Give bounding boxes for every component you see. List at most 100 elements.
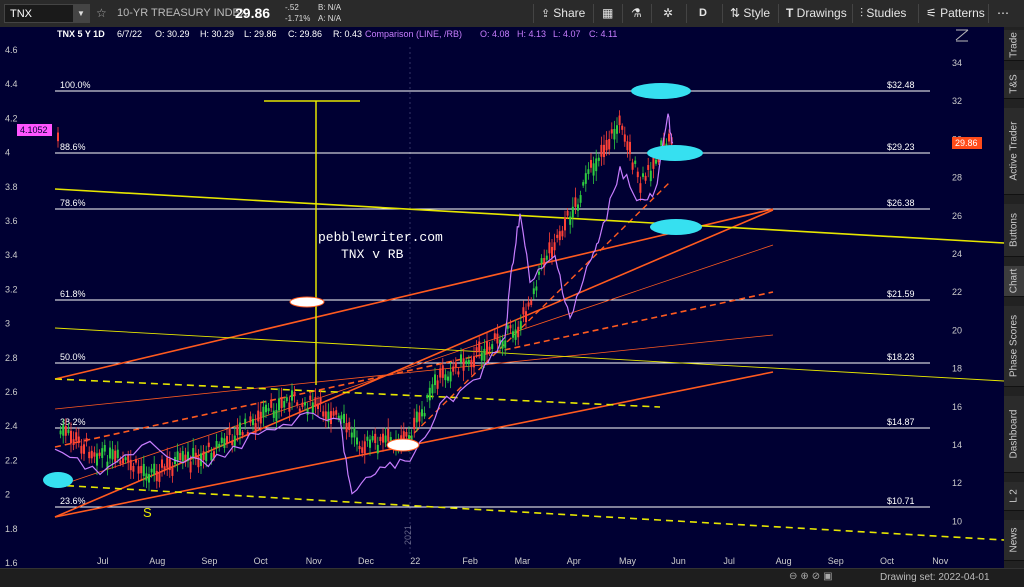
candle-body bbox=[595, 158, 598, 172]
candle-body bbox=[259, 411, 262, 424]
flask-icon[interactable]: ⚗ bbox=[631, 0, 642, 27]
bar-low: L: 29.86 bbox=[244, 29, 277, 39]
candle-body bbox=[267, 408, 270, 412]
star-icon[interactable]: ☆ bbox=[96, 0, 107, 27]
candle-body bbox=[447, 376, 449, 381]
tab-chart[interactable]: Chart bbox=[1004, 266, 1024, 297]
chart-tool-icons[interactable]: ⊖⊕⊘▣ bbox=[789, 571, 836, 582]
fib-level-value: $21.59 bbox=[887, 289, 915, 299]
candle-body bbox=[231, 440, 234, 446]
candle-body bbox=[301, 402, 304, 407]
candle-body bbox=[285, 397, 288, 402]
divider bbox=[622, 4, 623, 23]
bar-close: C: 29.86 bbox=[288, 29, 322, 39]
tab-buttons[interactable]: Buttons bbox=[1004, 204, 1024, 257]
candle-body bbox=[116, 449, 119, 459]
candle-body bbox=[98, 452, 101, 456]
candle-body bbox=[142, 463, 145, 476]
right-side-tab-bar: Trade T&S Active Trader Buttons Chart Phase S… bbox=[1004, 27, 1024, 568]
candle-body bbox=[129, 459, 132, 471]
candle-body bbox=[556, 234, 559, 238]
style-button[interactable]: ⇅ Style bbox=[730, 0, 770, 27]
candle-body bbox=[512, 331, 514, 338]
studies-button[interactable]: ⫶ Studies bbox=[860, 0, 906, 27]
candle-body bbox=[530, 300, 533, 305]
candle-body bbox=[103, 445, 106, 452]
tab-phase-scores[interactable]: Phase Scores bbox=[1004, 306, 1024, 387]
candle-body bbox=[522, 307, 525, 315]
trend-channels bbox=[54, 100, 1004, 541]
candle-body bbox=[348, 422, 351, 430]
fib-level-value: $26.38 bbox=[887, 198, 915, 208]
right-axis-tick-label: 24 bbox=[952, 249, 962, 259]
cyan-highlight-marker bbox=[650, 219, 702, 235]
tab-news[interactable]: News bbox=[1004, 520, 1024, 561]
collapse-panel-icon[interactable] bbox=[955, 29, 969, 42]
share-button[interactable]: ⇪ Share bbox=[541, 0, 585, 27]
candle-body bbox=[324, 411, 327, 420]
candle-body bbox=[642, 173, 644, 177]
cyan-highlight-marker bbox=[43, 472, 73, 488]
price-chart[interactable]: 4.6 4.4 4.2 4 3.8 3.6 3.4 3.2 3 2.8 2.6 2.4 2.2 2 1.8 1… bbox=[0, 27, 1004, 568]
candle-body bbox=[493, 333, 496, 339]
candle-body bbox=[439, 368, 442, 378]
tab-active-trader[interactable]: Active Trader bbox=[1004, 108, 1024, 195]
candle-body bbox=[610, 129, 613, 134]
candle-body bbox=[93, 452, 96, 457]
candle-body bbox=[114, 450, 117, 463]
annotation-subtitle: TNX v RB bbox=[341, 247, 404, 262]
candle-body bbox=[88, 451, 91, 459]
right-axis-tick-label: 32 bbox=[952, 96, 962, 106]
tab-l-2[interactable]: L 2 bbox=[1004, 482, 1024, 511]
drawings-button[interactable]: T Drawings bbox=[786, 0, 847, 27]
candle-body bbox=[75, 432, 78, 441]
candle-body bbox=[509, 325, 512, 329]
candle-body bbox=[215, 441, 218, 448]
tab-dashboard[interactable]: Dashboard bbox=[1004, 396, 1024, 473]
candle-body bbox=[262, 406, 265, 418]
tab-t-s[interactable]: T&S bbox=[1004, 70, 1024, 99]
candle-body bbox=[551, 246, 553, 258]
candle-body bbox=[205, 452, 208, 462]
candle-body bbox=[101, 448, 104, 459]
tab-label: Chart bbox=[1008, 268, 1020, 294]
left-axis-tick-label: 3.8 bbox=[5, 182, 18, 192]
tab-trade[interactable]: Trade bbox=[1004, 30, 1024, 61]
style-icon: ⇅ bbox=[730, 6, 744, 20]
divider bbox=[918, 4, 919, 23]
chart-area[interactable]: 4.6 4.4 4.2 4 3.8 3.6 3.4 3.2 3 2.8 2.6 2.4 2.2 2 1.8 1… bbox=[0, 27, 1004, 568]
candle-body bbox=[535, 286, 538, 291]
candle-body bbox=[85, 438, 88, 442]
candle-body bbox=[168, 458, 171, 471]
top-toolbar: TNX ▼ ☆ 10-YR TREASURY INDEX 29.86 -.52 … bbox=[0, 0, 1024, 28]
left-axis-tick-label: 4.6 bbox=[5, 45, 18, 55]
candle-body bbox=[309, 395, 312, 400]
time-axis-tick-label: Nov bbox=[306, 556, 323, 566]
comparison-close: C: 4.11 bbox=[589, 29, 617, 39]
candle-body bbox=[457, 371, 460, 375]
tab-label: Active Trader bbox=[1008, 121, 1020, 181]
patterns-button[interactable]: ⚟ Patterns bbox=[926, 0, 985, 27]
fib-level-percent: 61.8% bbox=[60, 289, 86, 299]
candle-body bbox=[226, 436, 228, 444]
candle-body bbox=[452, 366, 455, 372]
percent-change: -1.71% bbox=[285, 14, 311, 23]
candle-body bbox=[111, 449, 114, 460]
settings-gear-icon[interactable]: ✲ bbox=[663, 0, 673, 27]
grid-icon[interactable]: ▦ bbox=[602, 0, 613, 27]
time-axis-tick-label: Apr bbox=[567, 556, 581, 566]
candle-body bbox=[166, 457, 169, 468]
more-options-icon[interactable]: ⋯ bbox=[997, 0, 1009, 27]
candle-body bbox=[124, 457, 127, 461]
candle-body bbox=[314, 397, 317, 407]
candle-body bbox=[244, 418, 247, 425]
annotation-s-label: S bbox=[143, 505, 152, 520]
candle-body bbox=[57, 132, 59, 142]
period-selector[interactable]: D bbox=[699, 0, 707, 27]
left-axis-tick-label: 4.4 bbox=[5, 79, 18, 89]
candle-body bbox=[590, 159, 592, 168]
symbol-selector[interactable]: TNX ▼ bbox=[4, 4, 90, 23]
candle-body bbox=[140, 465, 143, 474]
candle-body bbox=[179, 453, 182, 461]
chevron-down-icon[interactable]: ▼ bbox=[73, 5, 89, 22]
